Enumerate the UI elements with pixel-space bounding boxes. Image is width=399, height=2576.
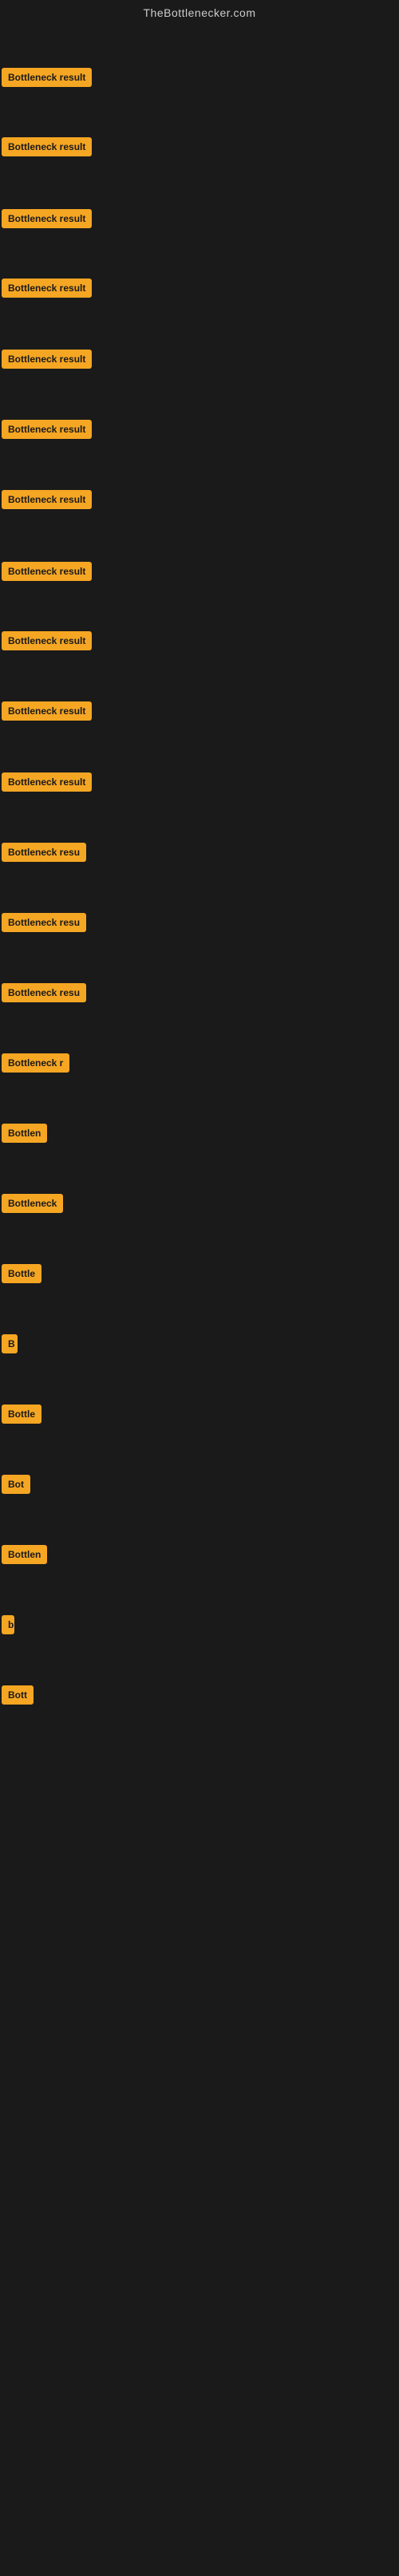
bottleneck-badge-23: b [2, 1615, 14, 1634]
bottleneck-badge-3: Bottleneck result [2, 209, 92, 228]
badges-container: Bottleneck result Bottleneck result Bottle… [0, 22, 399, 2576]
bottleneck-badge-8: Bottleneck result [2, 562, 92, 581]
bottleneck-badge-15: Bottleneck r [2, 1053, 69, 1073]
bottleneck-badge-13: Bottleneck resu [2, 913, 86, 932]
bottleneck-badge-11: Bottleneck result [2, 772, 92, 792]
bottleneck-badge-9: Bottleneck result [2, 631, 92, 650]
bottleneck-badge-19: B [2, 1334, 18, 1353]
bottleneck-badge-4: Bottleneck result [2, 279, 92, 298]
site-title-text: TheBottlenecker.com [143, 6, 255, 19]
bottleneck-badge-18: Bottle [2, 1264, 41, 1283]
bottleneck-badge-21: Bot [2, 1475, 30, 1494]
bottleneck-badge-20: Bottle [2, 1405, 41, 1424]
bottleneck-badge-16: Bottlen [2, 1124, 47, 1143]
bottleneck-badge-7: Bottleneck result [2, 490, 92, 509]
bottleneck-badge-10: Bottleneck result [2, 701, 92, 721]
bottleneck-badge-12: Bottleneck resu [2, 843, 86, 862]
bottleneck-badge-6: Bottleneck result [2, 420, 92, 439]
site-title: TheBottlenecker.com [0, 0, 399, 22]
bottleneck-badge-22: Bottlen [2, 1545, 47, 1564]
bottleneck-badge-1: Bottleneck result [2, 68, 92, 87]
bottleneck-badge-14: Bottleneck resu [2, 983, 86, 1002]
bottleneck-badge-17: Bottleneck [2, 1194, 63, 1213]
bottleneck-badge-24: Bott [2, 1685, 34, 1705]
bottleneck-badge-5: Bottleneck result [2, 350, 92, 369]
bottleneck-badge-2: Bottleneck result [2, 137, 92, 156]
